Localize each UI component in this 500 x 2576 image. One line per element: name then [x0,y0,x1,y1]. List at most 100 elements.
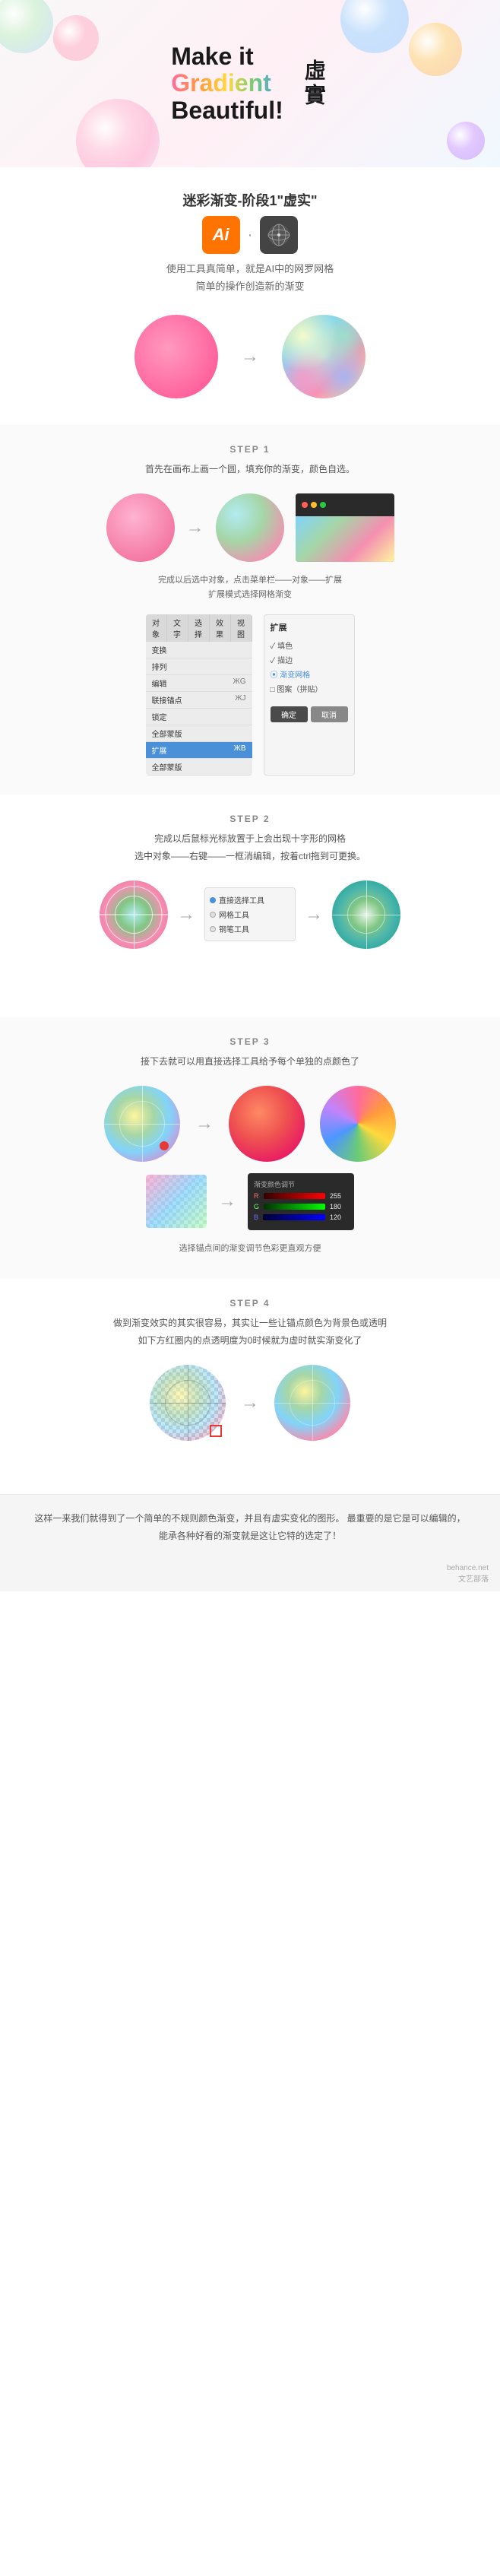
tools-desc-2: 简单的操作创造新的渐变 [195,281,304,292]
step2-panel-row1: 直接选择工具 [210,893,290,907]
panel-row-b: B 120 [254,1213,348,1221]
expand-opt-fill: ✓ 填色 [271,638,348,652]
panel-swatch [296,516,394,562]
step2-label: STEP 2 [38,814,462,824]
step3-visual: → [38,1086,462,1162]
r-bar [264,1193,326,1199]
mesh-icon [260,216,298,254]
checker-swatch [146,1175,207,1228]
arrow-demo: → [241,346,259,367]
menu-item-mask2: 全部蒙版 [146,759,252,776]
step2-arrow1: → [177,904,195,925]
tools-row: Ai · [46,216,454,254]
demo-row: → [46,315,454,398]
checker-overlay [146,1175,207,1228]
step3-color-wheel [320,1086,396,1162]
ring2 [106,886,163,943]
menu-item-expand[interactable]: 扩展 ЖB [146,742,252,759]
bubble-4 [409,23,462,76]
panel-label: 渐变颜色调节 [254,1179,348,1189]
page-title: 迷彩渐变-阶段1"虚实" [46,190,454,210]
step1-caption: 完成以后选中对象，点击菜单栏——对象——扩展扩展模式选择网格渐变 [38,573,462,604]
step3-circle-multi [104,1086,180,1162]
step3-desc: 接下去就可以用直接选择工具给予每个单独的点颜色了 [38,1053,462,1071]
expand-btn-ok[interactable]: 确定 [271,706,308,722]
mesh-inner-ring [347,896,385,934]
step1-circle-after [216,493,284,562]
step3-color-panel: 渐变颜色调节 R 255 G 180 B 120 [248,1173,354,1230]
step4-ring2 [290,1380,335,1426]
expand-panel: 扩展 ✓ 填色 ✓ 描边 ⦿ 渐变网格 □ 图案（拼贴） 确定 取消 [264,614,355,776]
step3-arrow2: → [218,1191,236,1212]
step3-circle-wrap [104,1086,180,1162]
bottom-section: 这样一来我们就得到了一个简单的不规则颜色渐变，并且有虚实变化的图形。 最重要的是… [0,1494,500,1591]
step3-caption: 选择锚点间的渐变调节色彩更直观方便 [38,1242,462,1257]
r-val: 255 [330,1192,348,1200]
r-label: R [254,1192,259,1200]
circle-pink-demo [134,315,218,398]
step2-circle-grid [100,880,168,949]
step1-label: STEP 1 [38,444,462,455]
bottom-text: 这样一来我们就得到了一个简单的不规则颜色渐变，并且有虚实变化的图形。 最重要的是… [0,1495,500,1560]
menu-item-anchor: 联接锚点 ЖJ [146,692,252,709]
watermark: behance.net 文艺部落 [0,1560,500,1591]
crosshair-indicator: + [340,1369,346,1382]
step2-mesh-circle [332,880,400,949]
step1-color-panel [296,493,394,562]
watermark-brand: 文艺部落 [11,1572,489,1584]
bubble-5 [447,122,485,160]
menu-item-lock: 锁定 [146,709,252,725]
step2-opt3: 钢笔工具 [219,923,249,934]
step2-panel: 直接选择工具 网格工具 钢笔工具 [204,887,296,941]
bubble-1 [0,0,53,53]
plus-separator: · [248,227,253,244]
tools-desc: 使用工具真简单，就是AI中的网罗网格 简单的操作创造新的渐变 [46,260,454,296]
step2-panel-row2: 网格工具 [210,907,290,922]
step1-circle-before [106,493,175,562]
hero-line1: Make it [171,43,283,70]
panel-row-g: G 180 [254,1203,348,1210]
spacer1 [38,960,462,1006]
bubble-2 [53,15,99,61]
step3-circle-result [229,1086,305,1162]
dot2 [210,912,216,918]
menu-header-sel: 选择 [188,614,210,642]
step2-circle [100,880,168,949]
panel-dot-yellow [311,502,317,508]
bubble-3 [340,0,409,53]
panel-dot-red [302,502,308,508]
menu-item-arrange: 排列 [146,658,252,675]
hero-line2: Gradient [171,70,283,97]
step3-section: STEP 3 接下去就可以用直接选择工具给予每个单独的点颜色了 → → 渐变颜色… [0,1017,500,1280]
step1-section: STEP 1 首先在画布上画一个圆，填充你的渐变，颜色自选。 → 完成以后选中对… [0,425,500,795]
step4-label: STEP 4 [38,1298,462,1309]
menu-item-transform: 变换 [146,642,252,658]
step3-arrow: → [195,1113,214,1134]
step1-row: → [38,493,462,562]
panel-dot-green [320,502,326,508]
step4-circle2-wrap: + [274,1365,350,1441]
step2-panel-row3: 钢笔工具 [210,922,290,936]
hero-subtitle-vertical: 虛實 [299,59,329,108]
menu-header: 对象 文字 选择 效果 视图 [146,614,252,642]
b-val: 120 [330,1213,348,1221]
menu-item-edit: 编辑 ЖG [146,675,252,692]
step1-desc: 首先在画布上画一个圆，填充你的渐变，颜色自选。 [38,461,462,478]
step4-arrow: → [241,1392,259,1413]
expand-opt-gradient[interactable]: ⦿ 渐变网格 [271,667,348,681]
bottom-text-content: 这样一来我们就得到了一个简单的不规则颜色渐变，并且有虚实变化的图形。 最重要的是… [34,1513,465,1541]
menu-box: 对象 文字 选择 效果 视图 变换 排列 编辑 ЖG 联接锚点 ЖJ 锁定 全部… [146,614,252,776]
expand-title: 扩展 [271,621,348,633]
panel-top-bar [296,493,394,516]
mesh-svg [266,222,292,248]
red-indicator-ring [210,1425,222,1437]
red-dot-indicator [160,1141,169,1150]
bubble-6 [76,99,160,167]
step4-inner-ring [165,1380,210,1426]
expand-opt-pattern: □ 图案（拼贴） [271,681,348,696]
step2-visual: → 直接选择工具 网格工具 钢笔工具 → [38,880,462,949]
menu-header-view: 视图 [231,614,252,642]
expand-btn-cancel[interactable]: 取消 [311,706,348,722]
menu-header-eff: 效果 [210,614,231,642]
hero-title: Make it Gradient Beautiful! [171,43,283,124]
